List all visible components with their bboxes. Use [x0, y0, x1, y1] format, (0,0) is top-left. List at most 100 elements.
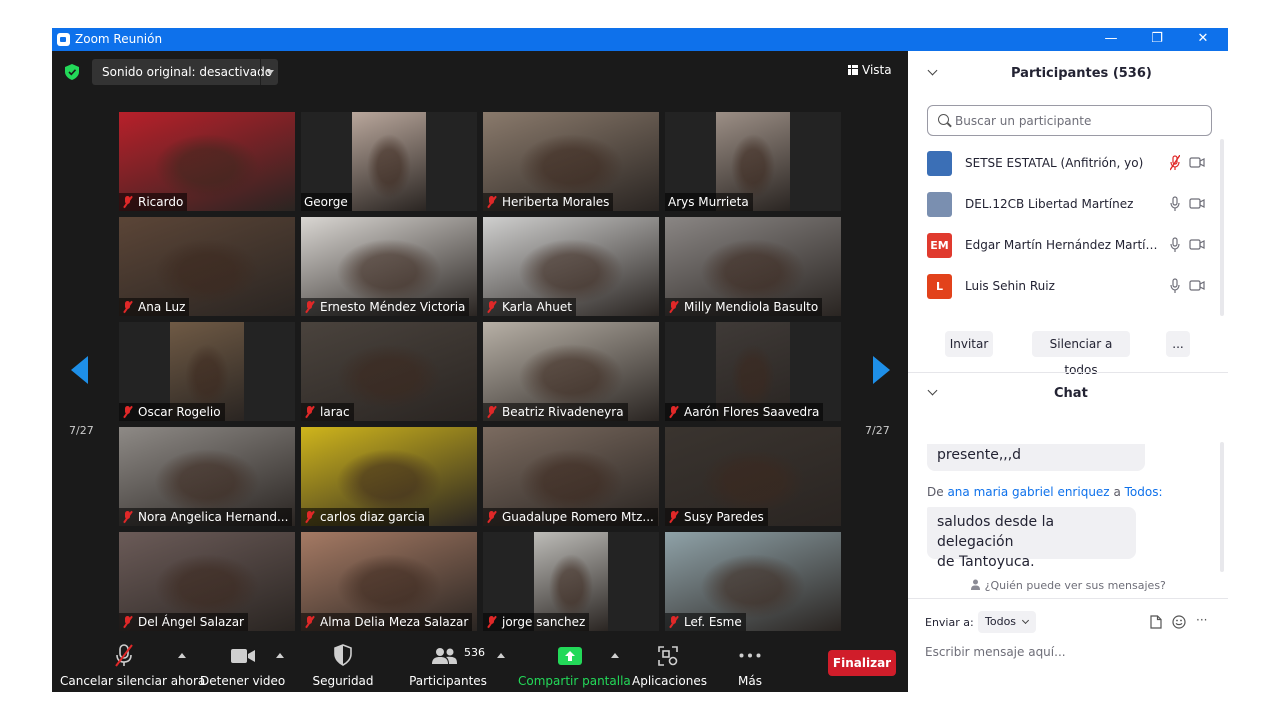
invite-button[interactable]: Invitar: [945, 331, 993, 357]
video-tile[interactable]: Milly Mendiola Basulto: [665, 217, 841, 316]
participant-row-name: Luis Sehin Ruiz: [965, 279, 1055, 293]
video-tile[interactable]: Nora Angelica Hernand...: [119, 427, 295, 526]
send-to-dropdown[interactable]: Todos: [978, 611, 1036, 633]
video-camera-icon[interactable]: [1189, 198, 1205, 209]
file-icon[interactable]: [1150, 615, 1162, 629]
muted-mic-icon: [122, 406, 133, 418]
mute-all-button[interactable]: Silenciar a todos: [1032, 331, 1130, 377]
muted-mic-icon: [304, 616, 315, 628]
participant-name-label: Guadalupe Romero Mtz...: [483, 508, 658, 526]
video-tile[interactable]: carlos diaz garcia: [301, 427, 477, 526]
participants-options-caret-icon[interactable]: [497, 653, 505, 658]
muted-microphone-icon: [115, 644, 133, 667]
participant-name: jorge sanchez: [502, 615, 586, 629]
original-sound-button[interactable]: Sonido original: desactivado: [92, 59, 278, 85]
video-tile[interactable]: Ana Luz: [119, 217, 295, 316]
stop-video-button[interactable]: Detener video: [200, 633, 285, 692]
video-tile[interactable]: Beatriz Rivadeneyra: [483, 322, 659, 421]
chat-more-button[interactable]: ···: [1196, 613, 1207, 627]
view-button[interactable]: Vista: [848, 63, 892, 77]
participant-name-label: Milly Mendiola Basulto: [665, 298, 823, 316]
apps-button[interactable]: Aplicaciones: [632, 633, 707, 692]
side-panel: Participantes (536) SETSE ESTATAL (Anfit…: [908, 51, 1228, 692]
zoom-window: Zoom Reunión — ❐ ✕ Sonido original: desa…: [52, 28, 1228, 692]
video-tile[interactable]: Oscar Rogelio: [119, 322, 295, 421]
microphone-icon[interactable]: [1170, 196, 1180, 212]
participant-row[interactable]: L Luis Sehin Ruiz: [908, 266, 1220, 307]
participant-search-box[interactable]: [927, 105, 1212, 136]
muted-microphone-icon[interactable]: [1170, 155, 1180, 171]
muted-mic-icon: [486, 301, 497, 313]
video-camera-icon[interactable]: [1189, 239, 1205, 250]
participant-name: Beatriz Rivadeneyra: [502, 405, 624, 419]
maximize-button[interactable]: ❐: [1134, 28, 1180, 51]
participant-search-input[interactable]: [955, 112, 1205, 130]
participant-name-label: Ernesto Méndez Victoria: [301, 298, 470, 316]
participant-row[interactable]: EM Edgar Martín Hernández Martín...: [908, 225, 1220, 266]
security-button[interactable]: Seguridad: [308, 633, 378, 692]
page-indicator-left: 7/27: [69, 424, 94, 437]
participants-count: 536: [464, 646, 485, 659]
chat-message-input[interactable]: [925, 641, 1215, 663]
collapse-participants-chevron-icon[interactable]: [927, 65, 938, 76]
participants-button[interactable]: 536 Participantes: [408, 633, 505, 692]
chat-message-bubble: presente,,,d: [927, 444, 1145, 471]
share-screen-button[interactable]: Compartir pantalla: [518, 633, 631, 692]
participant-list: SETSE ESTATAL (Anfitrión, yo) DEL.12CB Li…: [908, 143, 1220, 316]
video-tile[interactable]: Ernesto Méndez Victoria: [301, 217, 477, 316]
security-shield-icon[interactable]: [65, 64, 79, 80]
muted-mic-icon: [668, 511, 679, 523]
video-tile[interactable]: Ricardo: [119, 112, 295, 211]
video-tile[interactable]: George: [301, 112, 477, 211]
video-tile[interactable]: Alma Delia Meza Salazar: [301, 532, 477, 631]
participant-name-label: George: [301, 193, 352, 211]
participant-name: Alma Delia Meza Salazar: [320, 615, 469, 629]
minimize-button[interactable]: —: [1088, 28, 1134, 51]
more-button[interactable]: Más: [728, 633, 772, 692]
participant-name: George: [304, 195, 348, 209]
video-tile[interactable]: Del Ángel Salazar: [119, 532, 295, 631]
participant-name: Del Ángel Salazar: [138, 615, 244, 629]
chevron-down-icon[interactable]: [260, 59, 278, 85]
participant-name-label: Ricardo: [119, 193, 188, 211]
window-title: Zoom Reunión: [75, 32, 163, 46]
collapse-chat-chevron-icon[interactable]: [927, 385, 938, 396]
end-meeting-button[interactable]: Finalizar: [828, 650, 896, 676]
video-options-caret-icon[interactable]: [276, 653, 284, 658]
video-tile[interactable]: Heriberta Morales: [483, 112, 659, 211]
video-tile[interactable]: Aarón Flores Saavedra: [665, 322, 841, 421]
participant-list-scrollbar[interactable]: [1220, 139, 1224, 316]
who-can-see-messages[interactable]: ¿Quién puede ver sus mensajes?: [908, 579, 1228, 592]
microphone-icon[interactable]: [1170, 278, 1180, 294]
video-tile[interactable]: Arys Murrieta: [665, 112, 841, 211]
video-tile[interactable]: Lef. Esme: [665, 532, 841, 631]
audio-options-caret-icon[interactable]: [178, 653, 186, 658]
share-options-caret-icon[interactable]: [611, 653, 619, 658]
muted-mic-icon: [668, 406, 679, 418]
participants-title: Participantes (536): [1011, 66, 1152, 81]
next-page-arrow-icon[interactable]: [873, 356, 890, 384]
video-camera-icon[interactable]: [1189, 280, 1205, 291]
unmute-button[interactable]: Cancelar silenciar ahora: [60, 633, 205, 692]
avatar: [927, 151, 952, 176]
video-tile[interactable]: Susy Paredes: [665, 427, 841, 526]
chat-messages: presente,,,d De ana maria gabriel enriqu…: [908, 444, 1220, 572]
participants-more-button[interactable]: ...: [1166, 331, 1190, 357]
chat-sender-name[interactable]: ana maria gabriel enriquez: [947, 485, 1109, 499]
microphone-icon[interactable]: [1170, 237, 1180, 253]
share-screen-icon: [558, 647, 582, 665]
video-tile[interactable]: jorge sanchez: [483, 532, 659, 631]
video-tile[interactable]: larac: [301, 322, 477, 421]
participant-row-name: DEL.12CB Libertad Martínez: [965, 197, 1134, 211]
page-indicator-right: 7/27: [865, 424, 890, 437]
participant-row[interactable]: SETSE ESTATAL (Anfitrión, yo): [908, 143, 1220, 184]
chat-recipient-name[interactable]: Todos:: [1125, 485, 1163, 499]
close-button[interactable]: ✕: [1180, 28, 1226, 51]
previous-page-arrow-icon[interactable]: [71, 356, 88, 384]
participant-row[interactable]: DEL.12CB Libertad Martínez: [908, 184, 1220, 225]
emoji-icon[interactable]: [1172, 615, 1186, 629]
video-tile[interactable]: Guadalupe Romero Mtz...: [483, 427, 659, 526]
video-camera-icon[interactable]: [1189, 157, 1205, 168]
chat-scrollbar[interactable]: [1220, 442, 1224, 572]
video-tile[interactable]: Karla Ahuet: [483, 217, 659, 316]
